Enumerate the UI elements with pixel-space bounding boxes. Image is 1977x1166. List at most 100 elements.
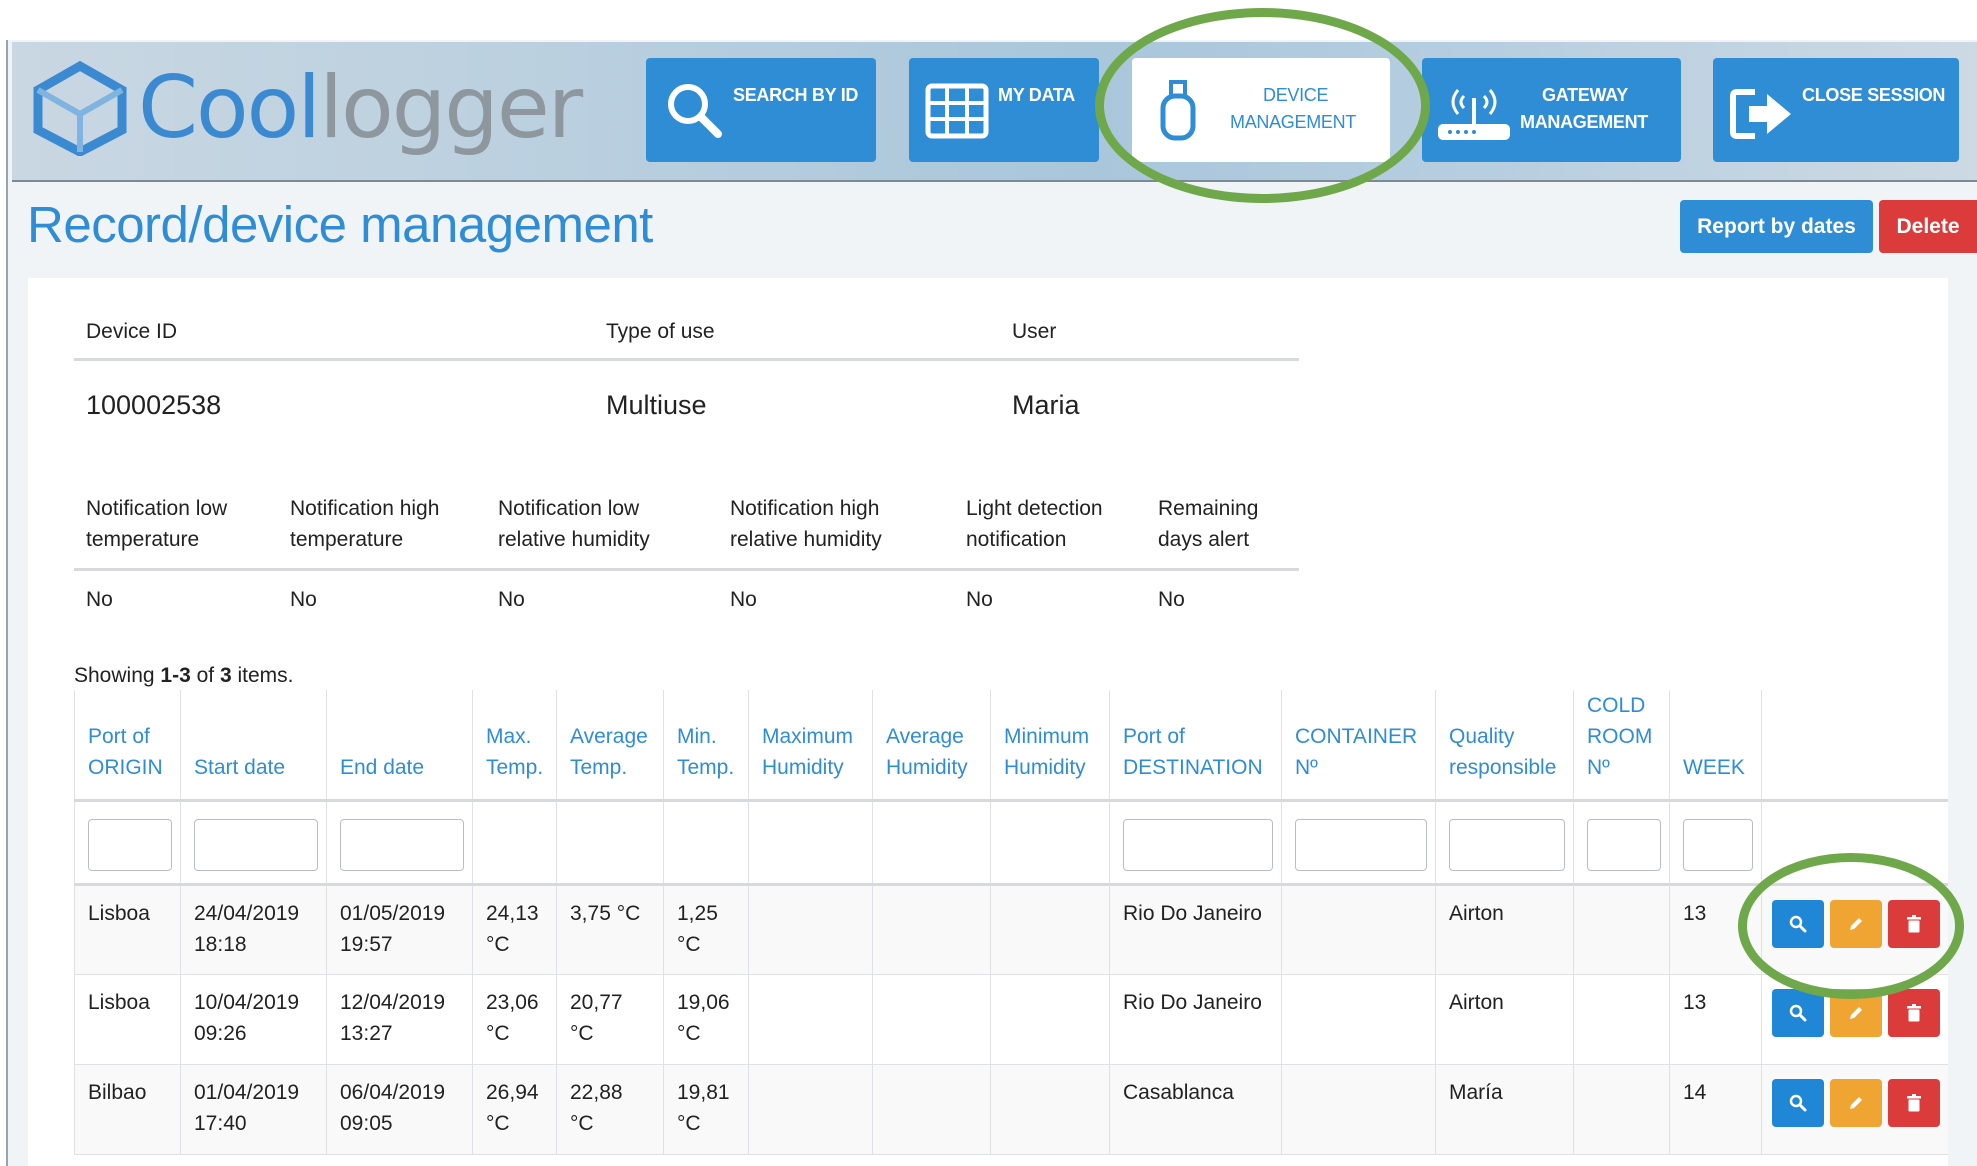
cell-text: 19:57 bbox=[340, 933, 393, 956]
cell-actions bbox=[1761, 884, 1948, 975]
view-button[interactable] bbox=[1772, 989, 1824, 1037]
logo[interactable]: Coollogger bbox=[30, 58, 583, 158]
cell-text: 22,88 bbox=[570, 1081, 623, 1104]
cell-text: 09:26 bbox=[194, 1022, 247, 1045]
cell-text: °C bbox=[570, 1022, 594, 1045]
filter-input-end-date[interactable] bbox=[340, 818, 464, 871]
cell-text: °C bbox=[677, 1022, 701, 1045]
column-header-max-humidity[interactable]: Maximum Humidity bbox=[748, 690, 873, 802]
cell-text: °C bbox=[486, 1022, 510, 1045]
notif-header-high-humidity: Notification high relative humidity bbox=[730, 493, 882, 555]
nav-search-by-id[interactable]: SEARCH BY ID bbox=[646, 58, 876, 162]
logo-text: Coollogger bbox=[138, 65, 583, 151]
items-summary: Showing 1-3 of 3 items. bbox=[74, 660, 293, 691]
column-header-text: ROOM bbox=[1587, 725, 1653, 748]
filter-input-container[interactable] bbox=[1295, 818, 1427, 871]
records-table: Port of ORIGIN Start date End date Max. Temp.… bbox=[74, 690, 1948, 1155]
nav-my-data[interactable]: MY DATA bbox=[909, 58, 1099, 162]
column-header-container[interactable]: CONTAINER Nº bbox=[1281, 690, 1436, 802]
view-button[interactable] bbox=[1772, 1079, 1824, 1127]
nav-gateway-management[interactable]: GATEWAY MANAGEMENT bbox=[1422, 58, 1681, 162]
nav-device-management[interactable]: DEVICE MANAGEMENT bbox=[1132, 58, 1390, 162]
nav-close-label: CLOSE SESSION bbox=[1802, 85, 1946, 105]
summary-prefix: Showing bbox=[74, 664, 161, 687]
cell-text: °C bbox=[677, 933, 701, 956]
edit-button[interactable] bbox=[1830, 1079, 1882, 1127]
cell-avg-humidity bbox=[872, 884, 991, 975]
cell-text: 12/04/2019 bbox=[340, 991, 446, 1014]
cell-week: 13 bbox=[1669, 884, 1762, 975]
cell-avg-temp: 20,77 °C bbox=[556, 974, 664, 1065]
filter-input-origin[interactable] bbox=[88, 818, 172, 871]
cell-text: 3,75 °C bbox=[570, 902, 641, 925]
column-header-actions bbox=[1761, 690, 1948, 802]
column-header-avg-humidity[interactable]: Average Humidity bbox=[872, 690, 991, 802]
column-header-origin[interactable]: Port of ORIGIN bbox=[74, 690, 181, 802]
cell-end-date: 01/05/2019 19:57 bbox=[326, 884, 473, 975]
logo-text-logger: logger bbox=[319, 58, 583, 158]
cell-text: María bbox=[1449, 1081, 1503, 1104]
filter-cell bbox=[1281, 800, 1436, 886]
delete-row-button[interactable] bbox=[1888, 1079, 1940, 1127]
column-header-text: Humidity bbox=[762, 756, 844, 779]
table-body: Lisboa 24/04/2019 18:18 01/05/2019 19:57 24,1… bbox=[74, 884, 1948, 1155]
delete-button[interactable]: Delete bbox=[1879, 200, 1977, 253]
cell-text: Casablanca bbox=[1123, 1081, 1234, 1104]
notif-value-low-temp: No bbox=[86, 588, 113, 611]
notif-header-remaining: Remaining days alert bbox=[1158, 493, 1258, 555]
column-header-end-date[interactable]: End date bbox=[326, 690, 473, 802]
filter-cell bbox=[556, 800, 664, 886]
cell-text: 23,06 bbox=[486, 991, 539, 1014]
notif-header-line: days alert bbox=[1158, 528, 1250, 551]
filter-cell bbox=[74, 800, 181, 886]
nav-close-session[interactable]: CLOSE SESSION bbox=[1713, 58, 1959, 162]
column-header-cold-room[interactable]: COLD ROOM Nº bbox=[1573, 690, 1670, 802]
view-button[interactable] bbox=[1772, 900, 1824, 948]
cell-cold-room bbox=[1573, 884, 1670, 975]
column-header-min-temp[interactable]: Min. Temp. bbox=[663, 690, 749, 802]
filter-input-start-date[interactable] bbox=[194, 818, 318, 871]
edit-button[interactable] bbox=[1830, 900, 1882, 948]
column-header-text: Temp. bbox=[570, 756, 628, 779]
notif-header-line: notification bbox=[966, 528, 1067, 551]
cube-logo-icon bbox=[33, 60, 127, 156]
column-header-start-date[interactable]: Start date bbox=[180, 690, 327, 802]
cell-container bbox=[1281, 1064, 1436, 1155]
cell-min-temp: 1,25 °C bbox=[663, 884, 749, 975]
column-header-min-humidity[interactable]: Minimum Humidity bbox=[990, 690, 1110, 802]
column-header-quality-responsible[interactable]: Quality responsible bbox=[1435, 690, 1574, 802]
column-header-text: Nº bbox=[1587, 756, 1610, 779]
column-header-text: Average bbox=[886, 725, 964, 748]
cell-origin: Lisboa bbox=[74, 974, 181, 1065]
column-header-destination[interactable]: Port of DESTINATION bbox=[1109, 690, 1282, 802]
notif-header-line: Notification low bbox=[86, 497, 228, 520]
report-by-dates-button[interactable]: Report by dates bbox=[1680, 200, 1873, 253]
column-header-text: Temp. bbox=[677, 756, 735, 779]
delete-row-button[interactable] bbox=[1888, 989, 1940, 1037]
filter-input-cold-room[interactable] bbox=[1587, 818, 1661, 871]
cell-avg-humidity bbox=[872, 974, 991, 1065]
filter-input-destination[interactable] bbox=[1123, 818, 1273, 871]
edit-button[interactable] bbox=[1830, 989, 1882, 1037]
column-header-avg-temp[interactable]: Average Temp. bbox=[556, 690, 664, 802]
filter-cell bbox=[1573, 800, 1670, 886]
filter-input-week[interactable] bbox=[1683, 818, 1753, 871]
notif-value-remaining: No bbox=[1158, 588, 1185, 611]
cell-actions bbox=[1761, 1064, 1948, 1155]
cell-text: 17:40 bbox=[194, 1112, 247, 1135]
cell-text: 1,25 bbox=[677, 902, 718, 925]
filter-cell bbox=[180, 800, 327, 886]
trash-icon bbox=[1907, 1004, 1921, 1022]
delete-row-button[interactable] bbox=[1888, 900, 1940, 948]
cell-quality-responsible: Airton bbox=[1435, 884, 1574, 975]
cell-max-temp: 23,06 °C bbox=[472, 974, 557, 1065]
column-header-week[interactable]: WEEK bbox=[1669, 690, 1762, 802]
column-header-max-temp[interactable]: Max. Temp. bbox=[472, 690, 557, 802]
column-header-text: Port of bbox=[88, 725, 150, 748]
logout-icon bbox=[1730, 89, 1791, 139]
cell-container bbox=[1281, 974, 1436, 1065]
cell-text: 13 bbox=[1683, 902, 1707, 925]
column-header-text: responsible bbox=[1449, 756, 1557, 779]
filter-input-quality-responsible[interactable] bbox=[1449, 818, 1565, 871]
pencil-icon bbox=[1850, 1007, 1862, 1019]
